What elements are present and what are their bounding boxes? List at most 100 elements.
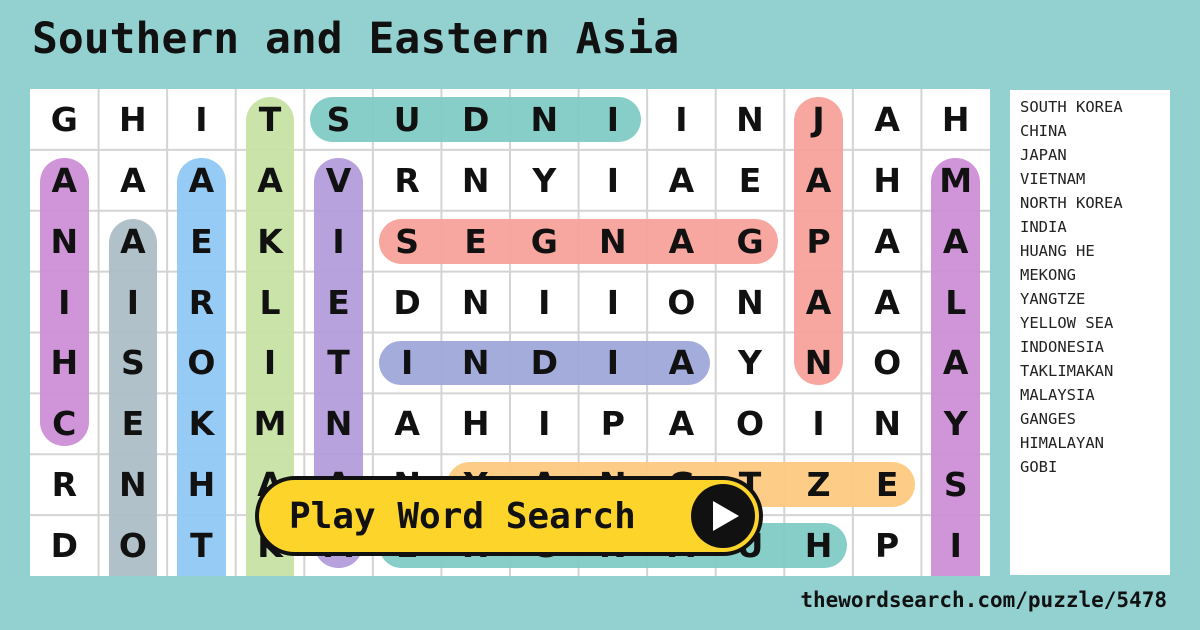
grid-cell[interactable]: N: [441, 272, 510, 333]
grid-cell[interactable]: I: [510, 272, 579, 333]
play-word-search-button[interactable]: Play Word Search: [255, 476, 763, 556]
grid-cell[interactable]: A: [853, 89, 922, 150]
grid-cell[interactable]: I: [579, 89, 648, 150]
grid-cell[interactable]: E: [99, 393, 168, 454]
grid-cell[interactable]: I: [579, 272, 648, 333]
grid-cell[interactable]: N: [510, 89, 579, 150]
grid-cell[interactable]: T: [167, 515, 236, 576]
grid-cell[interactable]: N: [716, 89, 785, 150]
grid-cell[interactable]: S: [921, 454, 990, 515]
grid-cell[interactable]: N: [30, 211, 99, 272]
grid-cell[interactable]: H: [784, 515, 853, 576]
grid-cell[interactable]: A: [99, 211, 168, 272]
grid-cell[interactable]: C: [30, 393, 99, 454]
grid-cell[interactable]: N: [784, 333, 853, 394]
grid-cell[interactable]: N: [99, 454, 168, 515]
grid-cell[interactable]: I: [99, 272, 168, 333]
grid-cell[interactable]: O: [647, 272, 716, 333]
grid-cell[interactable]: A: [167, 150, 236, 211]
grid-cell[interactable]: N: [304, 393, 373, 454]
grid-cell[interactable]: O: [99, 515, 168, 576]
grid-cell[interactable]: D: [510, 333, 579, 394]
grid-cell[interactable]: R: [30, 454, 99, 515]
grid-cell[interactable]: E: [441, 211, 510, 272]
grid-cell[interactable]: A: [99, 150, 168, 211]
grid-cell[interactable]: H: [167, 454, 236, 515]
grid-cell[interactable]: I: [647, 89, 716, 150]
grid-cell[interactable]: N: [579, 211, 648, 272]
grid-cell[interactable]: A: [647, 211, 716, 272]
grid-cell[interactable]: N: [716, 272, 785, 333]
grid-cell[interactable]: N: [853, 393, 922, 454]
grid-cell[interactable]: H: [853, 150, 922, 211]
grid-cell[interactable]: A: [921, 333, 990, 394]
grid-cell[interactable]: T: [236, 89, 305, 150]
play-button-label: Play Word Search: [289, 495, 636, 537]
grid-cell[interactable]: L: [921, 272, 990, 333]
grid-cell[interactable]: I: [579, 333, 648, 394]
grid-cell[interactable]: I: [236, 333, 305, 394]
grid-cell[interactable]: N: [441, 333, 510, 394]
grid-cell[interactable]: T: [304, 333, 373, 394]
grid-cell[interactable]: I: [30, 272, 99, 333]
grid-cell[interactable]: H: [30, 333, 99, 394]
grid-cell[interactable]: Z: [784, 454, 853, 515]
grid-cell[interactable]: G: [30, 89, 99, 150]
grid-cell[interactable]: I: [579, 150, 648, 211]
grid-cell[interactable]: A: [30, 150, 99, 211]
grid-cell[interactable]: I: [510, 393, 579, 454]
grid-cell[interactable]: O: [167, 333, 236, 394]
grid-cell[interactable]: A: [784, 272, 853, 333]
grid-cell[interactable]: S: [304, 89, 373, 150]
grid-cell[interactable]: Y: [921, 393, 990, 454]
grid-cell[interactable]: L: [236, 272, 305, 333]
grid-cell[interactable]: G: [510, 211, 579, 272]
grid-cell[interactable]: E: [304, 272, 373, 333]
grid-cell[interactable]: I: [921, 515, 990, 576]
grid-cell[interactable]: S: [373, 211, 442, 272]
grid-cell[interactable]: A: [373, 393, 442, 454]
grid-cell[interactable]: H: [441, 393, 510, 454]
grid-cell[interactable]: D: [30, 515, 99, 576]
grid-cell[interactable]: A: [647, 393, 716, 454]
grid-cell[interactable]: I: [167, 89, 236, 150]
grid-cell[interactable]: H: [921, 89, 990, 150]
grid-cell[interactable]: P: [784, 211, 853, 272]
grid-cell[interactable]: E: [167, 211, 236, 272]
grid-cell[interactable]: E: [853, 454, 922, 515]
grid-cell[interactable]: I: [373, 333, 442, 394]
grid-cell[interactable]: H: [99, 89, 168, 150]
grid-cell[interactable]: P: [579, 393, 648, 454]
grid-cell[interactable]: A: [647, 333, 716, 394]
grid-cell[interactable]: K: [167, 393, 236, 454]
grid-cell[interactable]: M: [921, 150, 990, 211]
grid-cell[interactable]: O: [853, 333, 922, 394]
grid-cell[interactable]: E: [716, 150, 785, 211]
grid-cell[interactable]: R: [373, 150, 442, 211]
grid-cell[interactable]: M: [236, 393, 305, 454]
grid-cell[interactable]: Y: [716, 333, 785, 394]
grid-cell[interactable]: S: [99, 333, 168, 394]
grid-cell[interactable]: D: [441, 89, 510, 150]
grid-cell[interactable]: G: [716, 211, 785, 272]
grid-cell[interactable]: I: [304, 211, 373, 272]
grid-cell[interactable]: U: [373, 89, 442, 150]
puzzle-url[interactable]: thewordsearch.com/puzzle/5478: [800, 588, 1167, 612]
grid-cell[interactable]: A: [921, 211, 990, 272]
grid-cell[interactable]: V: [304, 150, 373, 211]
grid-cell[interactable]: N: [441, 150, 510, 211]
word-list-item: TAKLIMAKAN: [1020, 362, 1114, 380]
grid-cell[interactable]: I: [784, 393, 853, 454]
grid-cell[interactable]: O: [716, 393, 785, 454]
grid-cell[interactable]: A: [853, 272, 922, 333]
grid-cell[interactable]: A: [236, 150, 305, 211]
grid-cell[interactable]: A: [647, 150, 716, 211]
grid-cell[interactable]: J: [784, 89, 853, 150]
grid-cell[interactable]: P: [853, 515, 922, 576]
grid-cell[interactable]: R: [167, 272, 236, 333]
grid-cell[interactable]: K: [236, 211, 305, 272]
grid-cell[interactable]: A: [784, 150, 853, 211]
grid-cell[interactable]: A: [853, 211, 922, 272]
grid-cell[interactable]: D: [373, 272, 442, 333]
grid-cell[interactable]: Y: [510, 150, 579, 211]
